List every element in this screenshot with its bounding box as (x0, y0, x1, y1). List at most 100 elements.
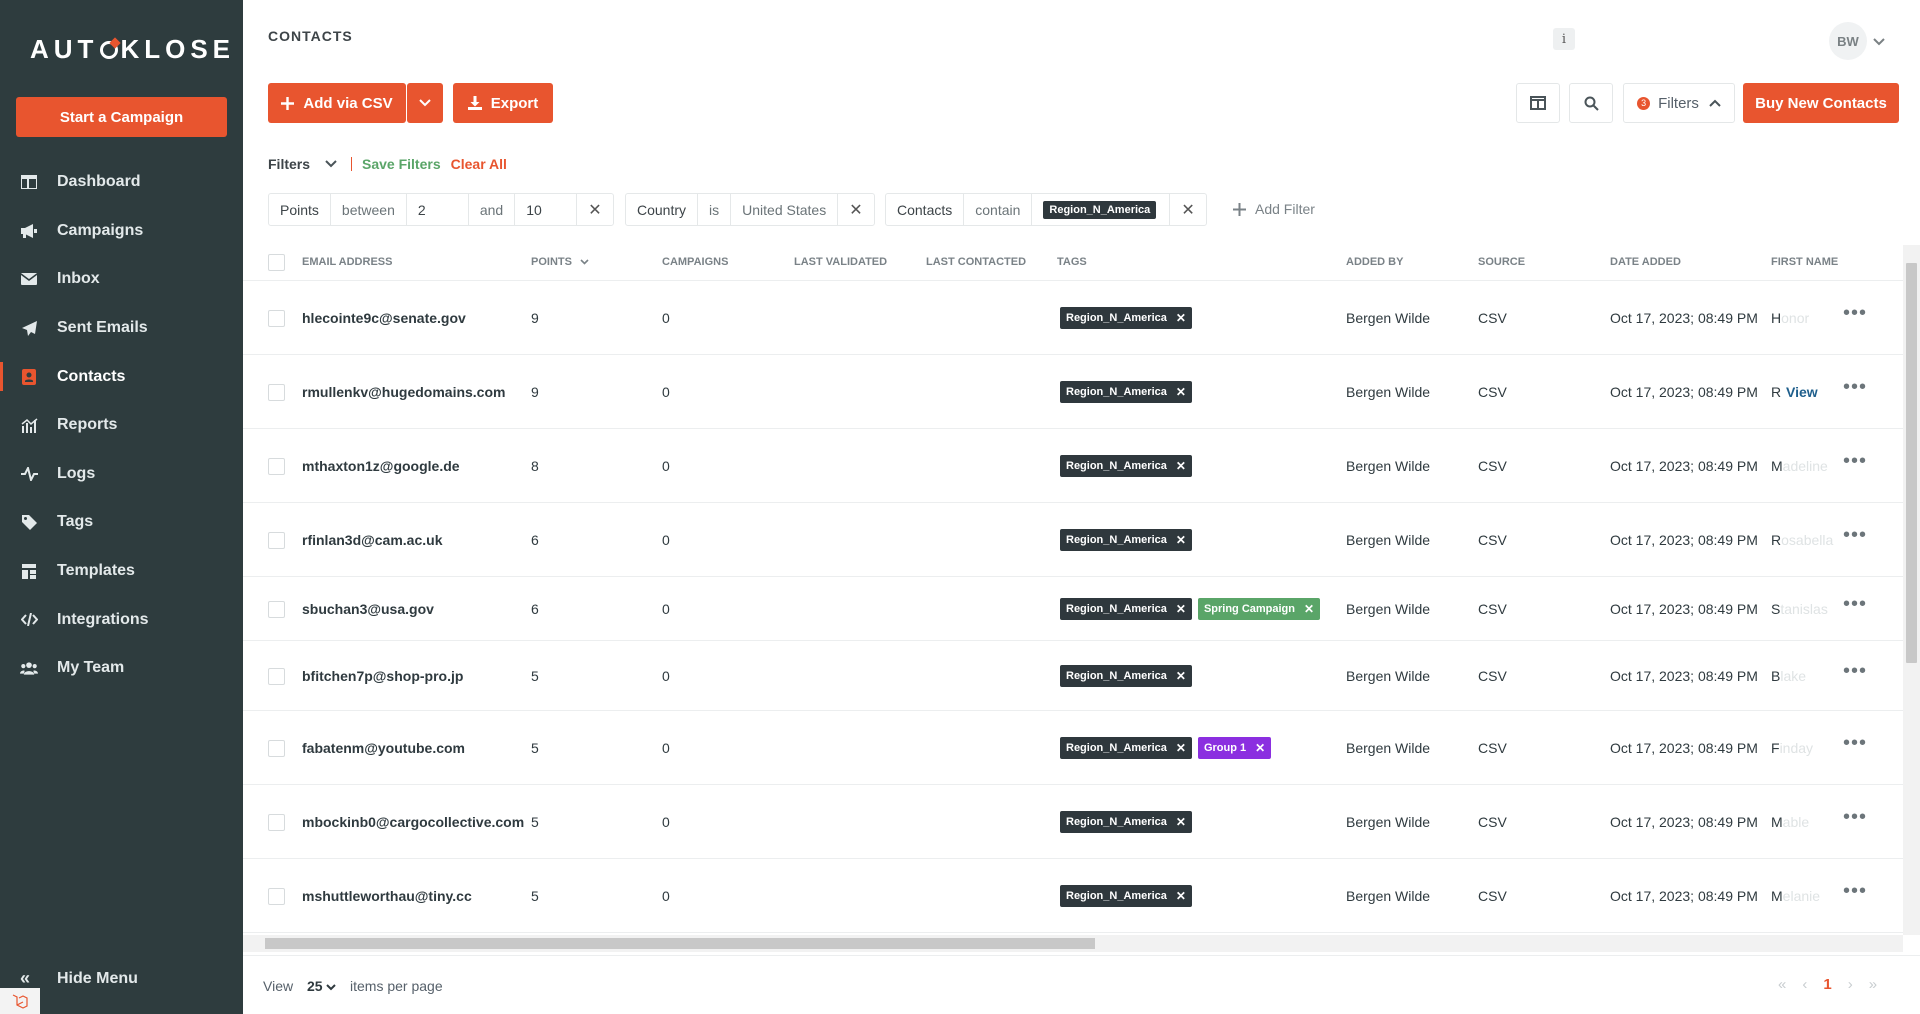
per-page-select[interactable]: 25 (307, 978, 337, 994)
email-cell[interactable]: rmullenkv@hugedomains.com (302, 384, 505, 400)
col-first-name[interactable]: FIRST NAME (1771, 256, 1838, 268)
row-checkbox[interactable] (268, 668, 285, 685)
remove-tag-icon[interactable]: ✕ (1176, 459, 1186, 473)
col-last-contacted[interactable]: LAST CONTACTED (926, 256, 1026, 268)
table-row[interactable]: fabatenm@youtube.com 5 0 Region_N_Americ… (243, 711, 1903, 785)
tag-chip[interactable]: Region_N_America ✕ (1060, 381, 1192, 403)
save-filters-link[interactable]: Save Filters (362, 156, 441, 172)
tag-chip[interactable]: Region_N_America ✕ (1060, 455, 1192, 477)
prev-page-icon[interactable]: ‹ (1802, 976, 1807, 993)
chevron-down-icon[interactable] (1873, 33, 1885, 51)
row-menu-icon[interactable]: ••• (1843, 732, 1867, 755)
col-email[interactable]: EMAIL ADDRESS (302, 256, 392, 268)
table-row[interactable]: bfitchen7p@shop-pro.jp 5 0 Region_N_Amer… (243, 641, 1903, 711)
laravel-debug-icon[interactable] (0, 988, 40, 1014)
row-checkbox[interactable] (268, 532, 285, 549)
table-row[interactable]: sbuchan3@usa.gov 6 0 Region_N_America ✕ Sp… (243, 577, 1903, 641)
row-checkbox[interactable] (268, 601, 285, 618)
table-row[interactable]: mshuttleworthau@tiny.cc 5 0 Region_N_Ame… (243, 859, 1903, 933)
col-source[interactable]: SOURCE (1478, 256, 1525, 268)
sidebar-item-reports[interactable]: Reports (0, 401, 243, 450)
chip-value[interactable]: United States (731, 194, 839, 225)
email-cell[interactable]: fabatenm@youtube.com (302, 740, 465, 756)
email-cell[interactable]: rfinlan3d@cam.ac.uk (302, 532, 442, 548)
row-checkbox[interactable] (268, 310, 285, 327)
view-contact-link[interactable]: View (1786, 384, 1818, 400)
sidebar-item-templates[interactable]: Templates (0, 547, 243, 596)
remove-tag-icon[interactable]: ✕ (1176, 741, 1186, 755)
remove-filter-icon[interactable]: ✕ (1170, 194, 1205, 225)
row-checkbox[interactable] (268, 384, 285, 401)
remove-tag-icon[interactable]: ✕ (1176, 533, 1186, 547)
tag-chip[interactable]: Region_N_America ✕ (1060, 737, 1192, 759)
row-menu-icon[interactable]: ••• (1843, 524, 1867, 547)
search-button[interactable] (1569, 83, 1613, 123)
row-menu-icon[interactable]: ••• (1843, 376, 1867, 399)
tag-chip[interactable]: Region_N_America ✕ (1060, 665, 1192, 687)
row-menu-icon[interactable]: ••• (1843, 806, 1867, 829)
select-all-checkbox[interactable] (268, 254, 285, 271)
col-tags[interactable]: TAGS (1057, 256, 1087, 268)
chip-field[interactable]: Country (626, 194, 699, 225)
remove-tag-icon[interactable]: ✕ (1176, 815, 1186, 829)
horizontal-scrollbar[interactable] (243, 935, 1903, 952)
col-date-added[interactable]: DATE ADDED (1610, 256, 1681, 268)
chip-value[interactable]: Region_N_America (1032, 194, 1171, 225)
sidebar-item-logs[interactable]: Logs (0, 450, 243, 499)
email-cell[interactable]: sbuchan3@usa.gov (302, 601, 434, 617)
chip-operator[interactable]: contain (964, 194, 1033, 225)
chip-field[interactable]: Points (269, 194, 331, 225)
row-checkbox[interactable] (268, 740, 285, 757)
last-page-icon[interactable]: » (1869, 976, 1877, 993)
export-button[interactable]: Export (453, 83, 553, 123)
tag-chip[interactable]: Region_N_America ✕ (1060, 529, 1192, 551)
add-filter-button[interactable]: Add Filter (1233, 201, 1315, 217)
sidebar-item-inbox[interactable]: Inbox (0, 255, 243, 304)
chip-operator[interactable]: is (698, 194, 732, 225)
tag-chip[interactable]: Group 1 ✕ (1197, 737, 1272, 759)
tag-chip[interactable]: Region_N_America ✕ (1060, 811, 1192, 833)
table-row[interactable]: rfinlan3d@cam.ac.uk 6 0 Region_N_America… (243, 503, 1903, 577)
columns-button[interactable] (1516, 83, 1560, 123)
remove-tag-icon[interactable]: ✕ (1255, 741, 1265, 755)
row-menu-icon[interactable]: ••• (1843, 880, 1867, 903)
remove-tag-icon[interactable]: ✕ (1176, 385, 1186, 399)
remove-tag-icon[interactable]: ✕ (1176, 889, 1186, 903)
info-button[interactable]: i (1553, 28, 1575, 50)
row-menu-icon[interactable]: ••• (1843, 593, 1867, 616)
table-row[interactable]: rmullenkv@hugedomains.com 9 0 Region_N_A… (243, 355, 1903, 429)
col-added-by[interactable]: ADDED BY (1346, 256, 1403, 268)
row-checkbox[interactable] (268, 814, 285, 831)
sidebar-item-dashboard[interactable]: Dashboard (0, 158, 243, 207)
sidebar-item-tags[interactable]: Tags (0, 498, 243, 547)
chip-operator[interactable]: between (331, 194, 407, 225)
remove-filter-icon[interactable]: ✕ (577, 194, 612, 225)
sidebar-item-campaigns[interactable]: Campaigns (0, 207, 243, 256)
email-cell[interactable]: mthaxton1z@google.de (302, 458, 460, 474)
remove-filter-icon[interactable]: ✕ (838, 194, 873, 225)
add-via-csv-button[interactable]: Add via CSV (268, 83, 406, 123)
row-checkbox[interactable] (268, 458, 285, 475)
tag-chip[interactable]: Region_N_America ✕ (1060, 307, 1192, 329)
tag-chip[interactable]: Spring Campaign ✕ (1197, 598, 1321, 620)
chip-field[interactable]: Contacts (886, 194, 965, 225)
email-cell[interactable]: hlecointe9c@senate.gov (302, 310, 466, 326)
sidebar-item-sent-emails[interactable]: Sent Emails (0, 304, 243, 353)
avatar[interactable]: BW (1829, 22, 1867, 60)
tag-chip[interactable]: Region_N_America ✕ (1060, 885, 1192, 907)
col-points[interactable]: POINTS (531, 256, 589, 268)
email-cell[interactable]: bfitchen7p@shop-pro.jp (302, 668, 463, 684)
remove-tag-icon[interactable]: ✕ (1176, 669, 1186, 683)
sidebar-item-my-team[interactable]: My Team (0, 644, 243, 693)
hide-menu-button[interactable]: « Hide Menu (20, 968, 138, 989)
filters-dropdown[interactable]: Filters (268, 156, 310, 172)
chip-value-max[interactable]: 10 (515, 194, 578, 225)
vertical-scrollbar[interactable] (1903, 245, 1920, 935)
filters-toggle-button[interactable]: 3 Filters (1623, 83, 1735, 123)
current-page[interactable]: 1 (1823, 976, 1831, 993)
row-menu-icon[interactable]: ••• (1843, 660, 1867, 683)
sidebar-item-contacts[interactable]: Contacts (0, 352, 243, 401)
start-campaign-button[interactable]: Start a Campaign (16, 97, 227, 137)
row-menu-icon[interactable]: ••• (1843, 450, 1867, 473)
clear-all-link[interactable]: Clear All (451, 156, 507, 172)
